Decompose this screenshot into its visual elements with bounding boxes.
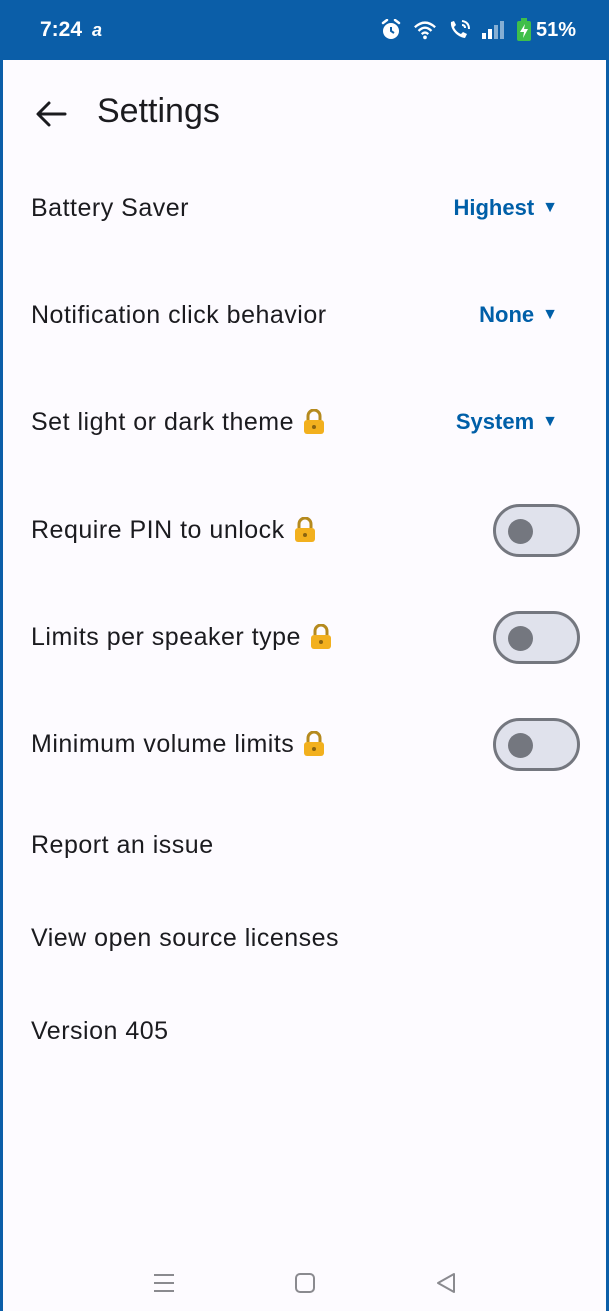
signal-icon: [481, 18, 505, 42]
status-time: 7:24: [40, 18, 83, 41]
battery-saver-label-text: Battery Saver: [31, 193, 189, 222]
wifi-icon: [413, 18, 437, 42]
lock-icon: [309, 624, 333, 650]
min-volume-label: Minimum volume limits: [31, 730, 326, 759]
battery-saver-dropdown[interactable]: Highest ▼: [453, 195, 578, 221]
licenses-label: View open source licenses: [31, 923, 340, 952]
recents-icon: [153, 1274, 174, 1292]
back-nav-button[interactable]: [426, 1263, 466, 1303]
theme-value: System: [455, 409, 535, 434]
limits-speaker-label: Limits per speaker type: [31, 623, 333, 652]
theme-label-text: Set light or dark theme: [31, 407, 295, 436]
alarm-icon: [379, 18, 403, 42]
system-nav-bar: [3, 1255, 606, 1311]
report-issue-label: Report an issue: [31, 830, 214, 859]
lock-icon: [302, 409, 326, 435]
setting-licenses[interactable]: View open source licenses: [3, 915, 606, 961]
setting-notification-click: Notification click behavior None ▼: [3, 289, 606, 341]
battery-charging-icon: [516, 18, 531, 41]
page-title: Settings: [97, 92, 220, 130]
theme-label: Set light or dark theme: [31, 408, 326, 437]
limits-speaker-label-text: Limits per speaker type: [31, 622, 301, 651]
toggle-knob: [508, 732, 533, 758]
wifi-calling-icon: [447, 18, 471, 42]
min-volume-toggle[interactable]: [493, 717, 580, 771]
theme-dropdown[interactable]: System ▼: [456, 409, 578, 435]
toggle-knob: [508, 518, 533, 544]
home-icon: [294, 1273, 315, 1293]
require-pin-label-text: Require PIN to unlock: [31, 515, 285, 544]
notification-click-label-text: Notification click behavior: [31, 300, 327, 329]
setting-min-volume: Minimum volume limits: [3, 716, 606, 772]
back-button[interactable]: [31, 96, 71, 132]
version-label: Version 405: [31, 1016, 169, 1045]
home-button[interactable]: [285, 1263, 325, 1303]
status-left: 7:24 a: [40, 18, 102, 42]
notification-click-label: Notification click behavior: [31, 301, 327, 330]
lock-icon: [293, 517, 317, 543]
back-nav-icon: [436, 1273, 455, 1293]
recents-button[interactable]: [144, 1263, 184, 1303]
setting-limits-speaker: Limits per speaker type: [3, 609, 606, 665]
battery-percent: 51%: [535, 18, 576, 41]
app-bar: Settings: [3, 60, 606, 168]
back-arrow-icon: [36, 101, 67, 127]
chevron-down-icon: ▼: [542, 199, 558, 216]
status-bar: 7:24 a 51%: [3, 0, 606, 60]
limits-speaker-toggle[interactable]: [493, 610, 580, 664]
status-right: 51%: [379, 18, 576, 42]
setting-battery-saver: Battery Saver Highest ▼: [3, 182, 606, 234]
setting-theme: Set light or dark theme System ▼: [3, 396, 606, 448]
min-volume-label-text: Minimum volume limits: [31, 729, 295, 758]
chevron-down-icon: ▼: [542, 413, 558, 430]
require-pin-toggle[interactable]: [493, 503, 580, 557]
toggle-knob: [508, 625, 533, 651]
notification-click-value: None: [479, 302, 535, 327]
status-misc-indicator: a: [92, 19, 103, 40]
battery-saver-label: Battery Saver: [31, 194, 189, 223]
settings-screen: 7:24 a 51% Settings Battery Saver Highes…: [0, 0, 609, 1311]
chevron-down-icon: ▼: [542, 306, 558, 323]
setting-require-pin: Require PIN to unlock: [3, 502, 606, 558]
setting-report-issue[interactable]: Report an issue: [3, 822, 606, 868]
setting-version: Version 405: [3, 1008, 606, 1054]
lock-icon: [302, 731, 326, 757]
battery-saver-value: Highest: [453, 195, 535, 220]
notification-click-dropdown[interactable]: None ▼: [479, 302, 578, 328]
require-pin-label: Require PIN to unlock: [31, 516, 317, 545]
battery-indicator: 51%: [515, 18, 576, 42]
